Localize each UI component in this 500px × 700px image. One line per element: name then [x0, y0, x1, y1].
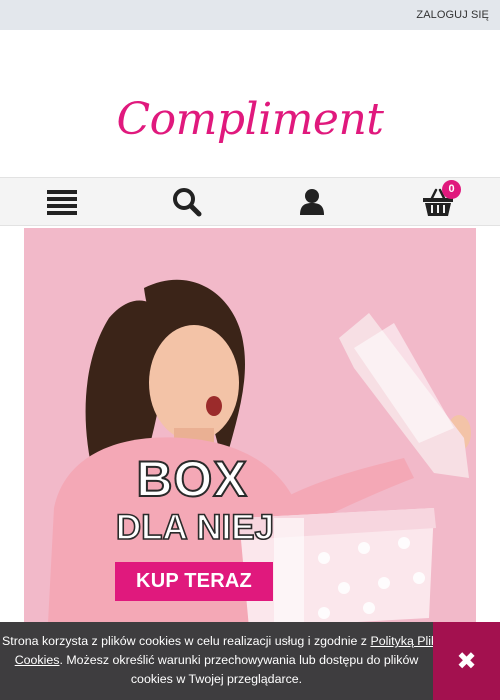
cookie-close-button[interactable]: ✖ — [433, 622, 500, 700]
nav-bar: 0 — [0, 177, 500, 226]
menu-button[interactable] — [32, 178, 92, 225]
cookie-text: Strona korzysta z plików cookies w celu … — [0, 632, 433, 689]
menu-icon — [47, 189, 77, 215]
logo-text: Compliment — [116, 94, 384, 145]
logo[interactable]: Compliment — [0, 94, 500, 164]
account-button[interactable] — [282, 178, 342, 225]
cookie-text-line3: cookies w Twojej przeglądarce. — [130, 672, 303, 686]
search-button[interactable] — [157, 178, 217, 225]
close-icon: ✖ — [456, 647, 477, 675]
user-icon — [300, 188, 324, 215]
buy-now-button[interactable]: KUP TERAZ — [115, 562, 273, 601]
cookie-policy-link-cont[interactable]: Cookies — [15, 653, 60, 667]
banner-title-line1: BOX — [135, 450, 248, 508]
header: Compliment — [0, 30, 500, 177]
search-icon — [173, 187, 202, 216]
cart-button[interactable]: 0 — [408, 178, 468, 225]
cart-count-badge: 0 — [442, 180, 461, 199]
cookie-text-line1: Strona korzysta z plików cookies w celu … — [2, 634, 371, 648]
top-bar: ZALOGUJ SIĘ — [0, 0, 500, 30]
cookie-text-line2: . Możesz określić warunki przechowywania… — [59, 653, 419, 667]
login-link[interactable]: ZALOGUJ SIĘ — [416, 9, 489, 21]
cookie-notice: Strona korzysta z plików cookies w celu … — [0, 622, 500, 700]
cookie-policy-link[interactable]: Polityką Plików — [370, 634, 433, 648]
banner-title-line2: DLA NIEJ — [115, 507, 275, 548]
